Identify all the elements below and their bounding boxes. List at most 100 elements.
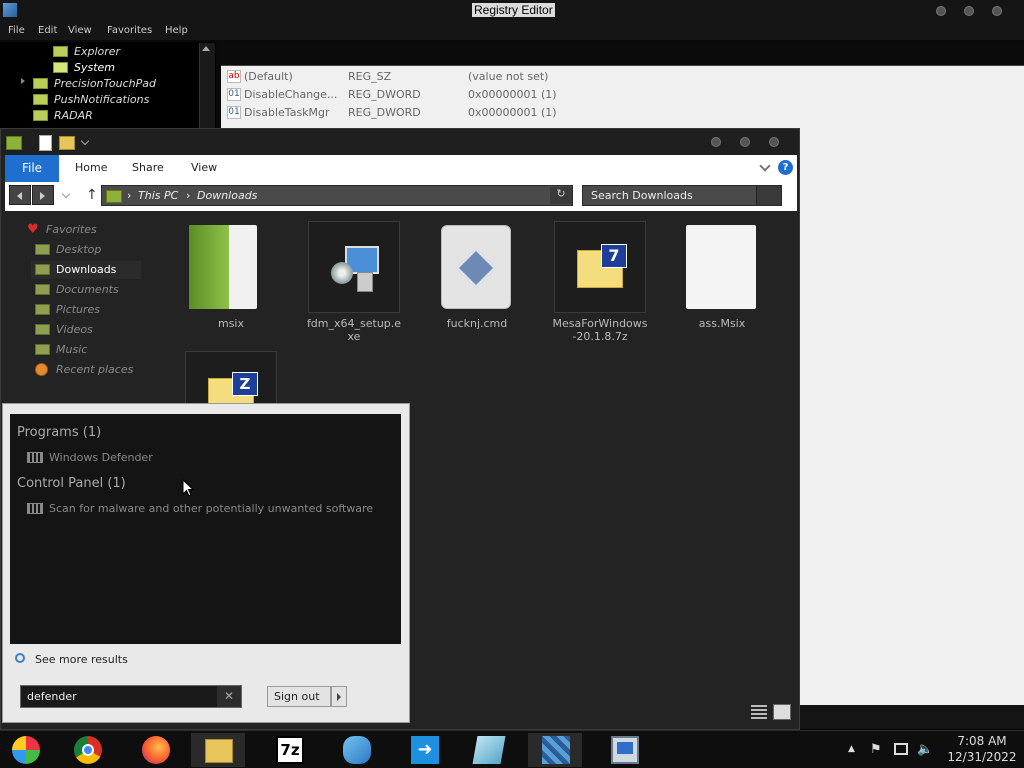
registry-title-bar[interactable]: Registry Editor bbox=[0, 0, 1024, 22]
taskbar-registry-editor[interactable] bbox=[528, 733, 582, 767]
explorer-app-icon bbox=[6, 136, 22, 150]
start-button[interactable] bbox=[0, 733, 54, 767]
recent-locations-icon[interactable] bbox=[61, 189, 71, 199]
new-folder-icon[interactable] bbox=[59, 136, 75, 150]
arrow-app-icon: ➜ bbox=[411, 736, 439, 764]
minimize-button[interactable] bbox=[936, 6, 946, 16]
nav-favorites[interactable]: Favorites bbox=[21, 221, 141, 239]
system-clock[interactable]: 7:08 AM 12/31/2022 bbox=[944, 733, 1020, 765]
expand-arrow-icon[interactable] bbox=[21, 78, 25, 84]
table-row[interactable]: 01 DisableTaskMgr REG_DWORD 0x00000001 (… bbox=[221, 104, 621, 122]
menu-file[interactable]: File bbox=[8, 25, 25, 36]
menu-favorites[interactable]: Favorites bbox=[107, 25, 152, 36]
desktop-icon bbox=[35, 244, 50, 255]
network-icon[interactable] bbox=[894, 743, 908, 755]
start-search-input[interactable]: defender ✕ bbox=[20, 685, 242, 708]
maximize-button[interactable] bbox=[964, 6, 974, 16]
tab-view[interactable]: View bbox=[191, 161, 217, 174]
scroll-up-icon[interactable] bbox=[202, 46, 210, 51]
taskbar-notepad[interactable] bbox=[461, 733, 515, 767]
forward-arrow-icon bbox=[40, 192, 45, 200]
volume-icon[interactable]: 🔈 bbox=[917, 742, 933, 757]
power-options-button[interactable] bbox=[331, 686, 347, 707]
nav-item-pictures[interactable]: Pictures bbox=[31, 301, 141, 319]
explorer-title-bar[interactable] bbox=[1, 129, 799, 155]
tree-item-radar[interactable]: RADAR bbox=[0, 108, 200, 124]
breadcrumb-downloads[interactable]: Downloads bbox=[197, 189, 257, 202]
result-windows-defender[interactable]: Windows Defender bbox=[27, 449, 227, 467]
close-button[interactable] bbox=[992, 6, 1002, 16]
videos-icon bbox=[35, 324, 50, 335]
menu-edit[interactable]: Edit bbox=[38, 25, 57, 36]
music-icon bbox=[35, 344, 50, 355]
show-hidden-icons-chevron[interactable]: ▲ bbox=[848, 744, 855, 754]
refresh-icon[interactable]: ↻ bbox=[550, 187, 572, 204]
tab-home[interactable]: Home bbox=[75, 161, 107, 174]
menu-view[interactable]: View bbox=[68, 25, 92, 36]
tree-scrollbar[interactable] bbox=[199, 43, 215, 133]
tree-item-system[interactable]: System bbox=[0, 60, 200, 76]
quick-access-chevron-icon[interactable] bbox=[80, 136, 90, 146]
nav-item-music[interactable]: Music bbox=[31, 341, 141, 359]
maximize-button[interactable] bbox=[740, 137, 750, 147]
tree-item-precisiontouchpad[interactable]: PrecisionTouchPad bbox=[0, 76, 200, 92]
close-button[interactable] bbox=[769, 137, 779, 147]
list-column-header[interactable] bbox=[221, 43, 1024, 66]
tab-file[interactable]: File bbox=[5, 155, 59, 182]
tab-share[interactable]: Share bbox=[132, 161, 164, 174]
file-item-msix[interactable]: msix bbox=[183, 221, 279, 341]
taskbar-file-explorer[interactable] bbox=[191, 733, 245, 767]
details-view-icon[interactable] bbox=[751, 705, 767, 719]
file-item-mesa-7z[interactable]: 7 MesaForWindows-20.1.8.7z bbox=[552, 221, 648, 343]
file-item-fdm-setup[interactable]: fdm_x64_setup.exe bbox=[306, 221, 402, 343]
search-icon[interactable] bbox=[756, 186, 781, 205]
7zip-icon: 7z bbox=[276, 736, 304, 764]
taskbar-firefox[interactable] bbox=[128, 733, 182, 767]
back-button[interactable] bbox=[9, 185, 31, 205]
address-bar[interactable]: › This PC › Downloads ↻ bbox=[101, 185, 573, 206]
taskbar-chrome[interactable] bbox=[60, 733, 114, 767]
binary-value-icon: 01 bbox=[227, 106, 241, 119]
ribbon-tabs: File Home Share View ? bbox=[5, 155, 797, 182]
folder-icon bbox=[33, 78, 48, 89]
search-input[interactable]: Search Downloads bbox=[582, 185, 782, 206]
see-more-results-link[interactable]: See more results bbox=[15, 652, 155, 668]
downloads-icon bbox=[35, 264, 50, 275]
sign-out-button[interactable]: Sign out bbox=[267, 686, 331, 707]
properties-icon[interactable] bbox=[39, 135, 52, 151]
tree-item-pushnotifications[interactable]: PushNotifications bbox=[0, 92, 200, 108]
minimize-button[interactable] bbox=[711, 137, 721, 147]
forward-button[interactable] bbox=[32, 185, 54, 205]
nav-item-downloads[interactable]: Downloads bbox=[31, 261, 141, 279]
nav-item-documents[interactable]: Documents bbox=[31, 281, 141, 299]
taskbar-arrow-app[interactable]: ➜ bbox=[397, 733, 451, 767]
table-row[interactable]: ab (Default) REG_SZ (value not set) bbox=[221, 68, 621, 86]
tree-item-explorer[interactable]: Explorer bbox=[0, 44, 200, 60]
folder-icon bbox=[53, 46, 68, 57]
nav-item-recent-places[interactable]: Recent places bbox=[31, 361, 141, 379]
taskbar-network-people[interactable] bbox=[329, 733, 383, 767]
address-toolbar: ↑ › This PC › Downloads ↻ Search Downloa… bbox=[5, 182, 797, 211]
file-item-fucknj-cmd[interactable]: fucknj.cmd bbox=[429, 221, 525, 341]
taskbar-7zip[interactable]: 7z bbox=[262, 733, 316, 767]
breadcrumb-this-pc[interactable]: This PC bbox=[138, 189, 178, 202]
firefox-icon bbox=[142, 736, 170, 764]
defender-castle-icon bbox=[27, 452, 43, 463]
action-center-flag-icon[interactable]: ⚑ bbox=[870, 742, 882, 757]
nav-item-videos[interactable]: Videos bbox=[31, 321, 141, 339]
nav-item-desktop[interactable]: Desktop bbox=[31, 241, 141, 259]
file-item-ass-msix[interactable]: ass.Msix bbox=[674, 221, 770, 341]
table-row[interactable]: 01 DisableChange... REG_DWORD 0x00000001… bbox=[221, 86, 621, 104]
cmd-file-icon bbox=[441, 225, 511, 309]
taskbar: 7z ➜ ▲ ⚑ 🔈 7:08 AM 12/31/2022 bbox=[0, 730, 1024, 768]
up-arrow-icon[interactable]: ↑ bbox=[86, 187, 98, 203]
help-button[interactable]: ? bbox=[778, 160, 793, 175]
large-icons-view-icon[interactable] bbox=[773, 704, 791, 720]
result-scan-for-malware[interactable]: Scan for malware and other potentially u… bbox=[27, 500, 397, 518]
menu-help[interactable]: Help bbox=[165, 25, 188, 36]
taskbar-remote-desktop[interactable] bbox=[597, 733, 651, 767]
expand-ribbon-icon[interactable] bbox=[759, 160, 771, 172]
documents-icon bbox=[35, 284, 50, 295]
file-explorer-icon bbox=[205, 739, 233, 763]
clear-search-icon[interactable]: ✕ bbox=[217, 686, 241, 707]
